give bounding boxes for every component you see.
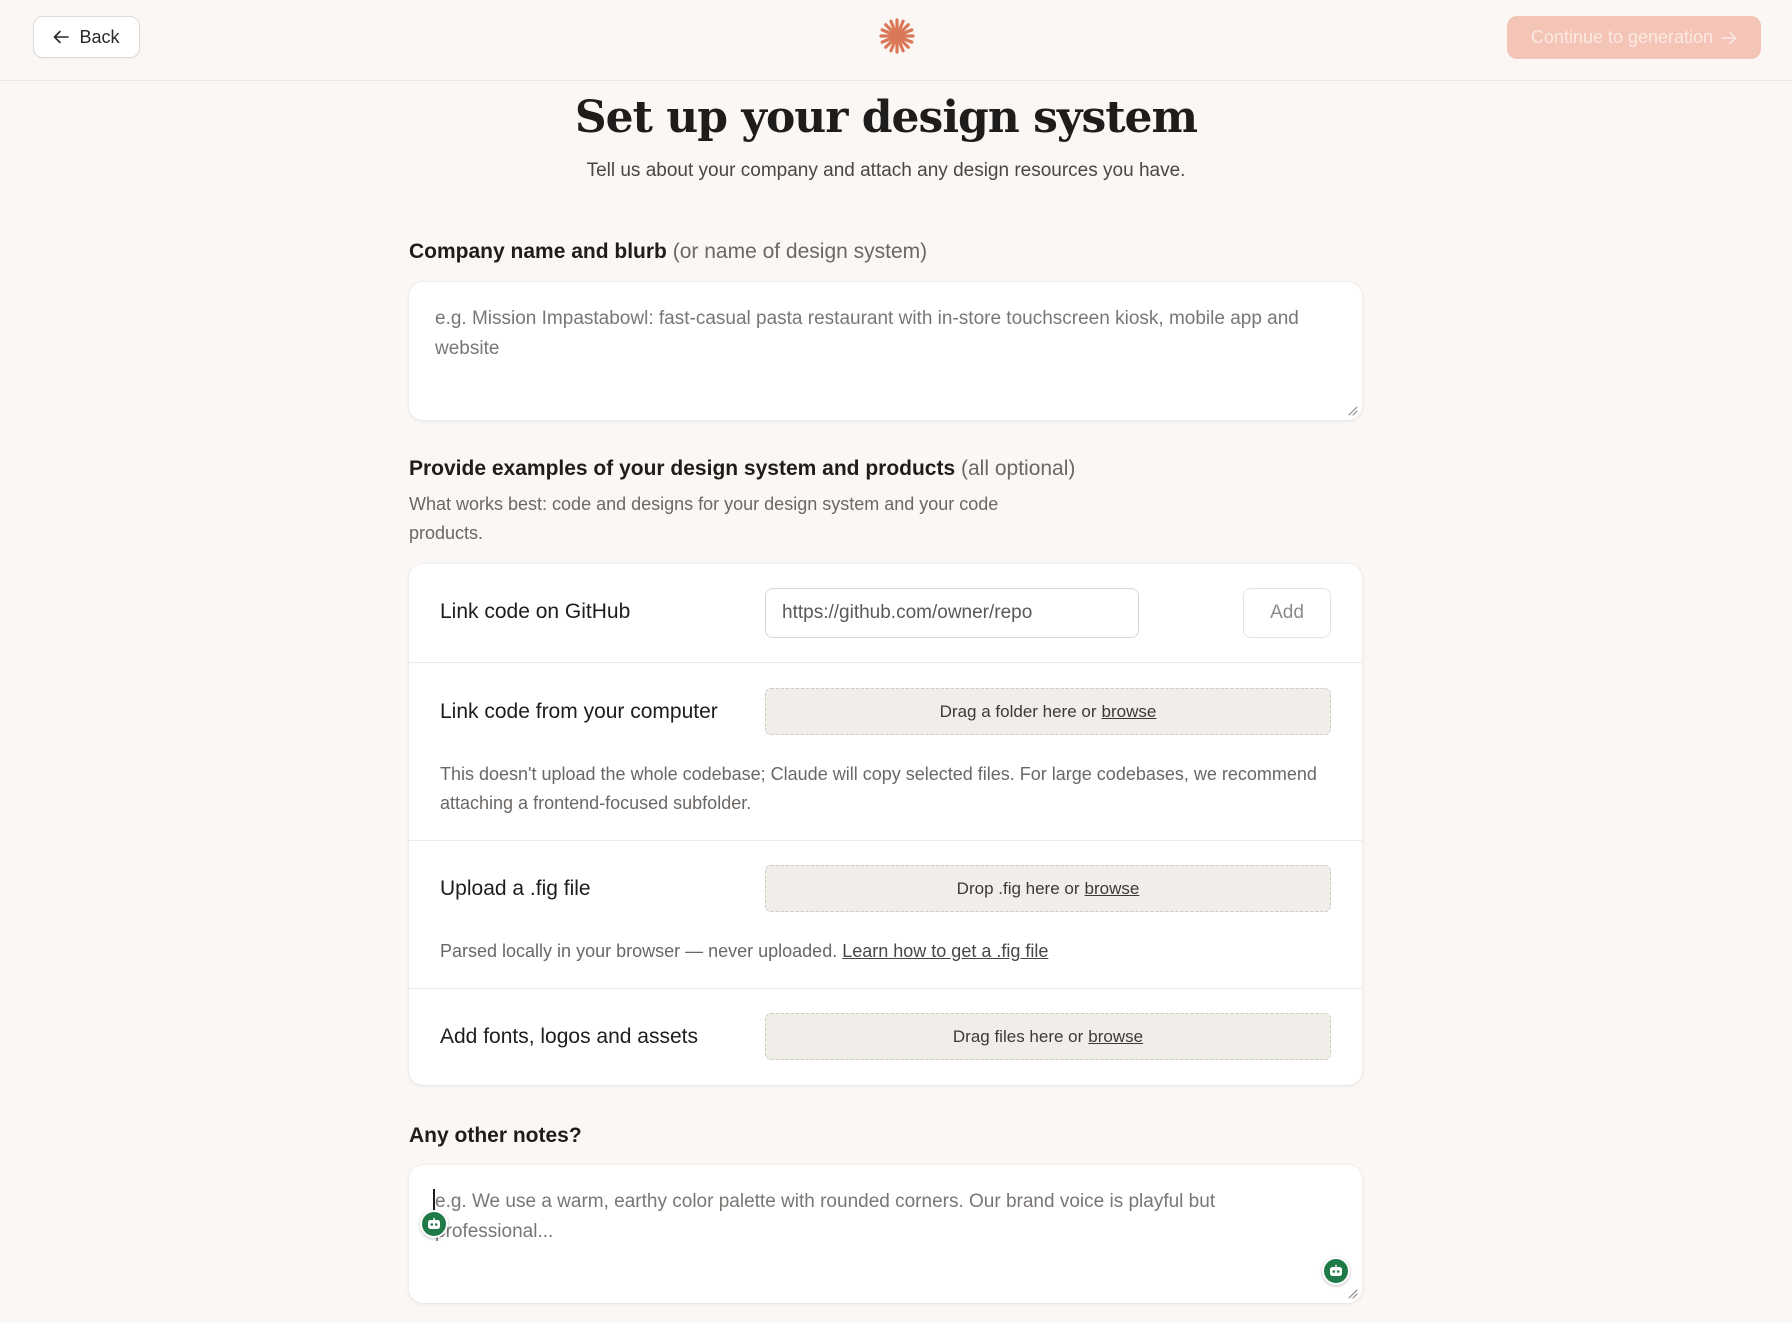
notes-section-label: Any other notes? — [409, 1124, 582, 1148]
arrow-right-icon — [1721, 31, 1737, 44]
computer-note: This doesn't upload the whole codebase; … — [440, 764, 1317, 813]
other-notes-textarea[interactable]: e.g. We use a warm, earthy color palette… — [409, 1165, 1362, 1303]
resources-card: Link code on GitHub Add Link code from y… — [409, 564, 1362, 1085]
company-section-label: Company name and blurb (or name of desig… — [409, 240, 927, 264]
assets-dropzone[interactable]: Drag files here or browse — [765, 1013, 1331, 1060]
robot-icon — [1330, 1264, 1342, 1276]
page-title: Set up your design system — [574, 92, 1198, 143]
assets-row-label: Add fonts, logos and assets — [440, 1025, 698, 1048]
back-button-label: Back — [79, 26, 120, 47]
fig-dropzone-text: Drop .fig here or — [956, 878, 1080, 898]
company-label-bold: Company name and blurb — [409, 240, 667, 263]
assistant-helper-icon[interactable] — [1322, 1257, 1350, 1285]
folder-browse-link[interactable]: browse — [1102, 702, 1157, 722]
divider — [409, 988, 1362, 989]
examples-label-bold: Provide examples of your design system a… — [409, 457, 956, 480]
company-blurb-placeholder: e.g. Mission Impastabowl: fast-casual pa… — [435, 308, 1299, 359]
page-subtitle: Tell us about your company and attach an… — [586, 160, 1186, 181]
examples-section-label: Provide examples of your design system a… — [409, 457, 1075, 481]
fig-help-link[interactable]: Learn how to get a .fig file — [842, 941, 1048, 961]
divider — [409, 662, 1362, 663]
continue-button-label: Continue to generation — [1530, 27, 1714, 47]
notes-placeholder: e.g. We use a warm, earthy color palette… — [435, 1191, 1216, 1242]
company-blurb-textarea[interactable]: e.g. Mission Impastabowl: fast-casual pa… — [409, 282, 1362, 420]
resize-grip-icon[interactable] — [1346, 404, 1358, 416]
company-label-muted: (or name of design system) — [672, 240, 928, 263]
resize-grip-icon[interactable] — [1346, 1287, 1358, 1299]
github-url-input[interactable] — [765, 588, 1139, 638]
back-button[interactable]: Back — [33, 16, 140, 58]
fig-note: Parsed locally in your browser — never u… — [440, 937, 1320, 966]
examples-help-text: What works best: code and designs for yo… — [409, 494, 999, 543]
examples-label-muted: (all optional) — [961, 457, 1076, 480]
notes-label-bold: Any other notes? — [409, 1124, 582, 1147]
robot-icon — [428, 1217, 440, 1229]
fig-dropzone[interactable]: Drop .fig here or browse — [765, 865, 1331, 912]
folder-dropzone-text: Drag a folder here or — [939, 701, 1097, 721]
assistant-cursor-icon — [420, 1210, 448, 1238]
divider — [409, 840, 1362, 841]
assets-browse-link[interactable]: browse — [1088, 1027, 1143, 1047]
assets-dropzone-text: Drag files here or — [952, 1026, 1084, 1046]
fig-note-text: Parsed locally in your browser — never u… — [440, 941, 838, 961]
add-github-button[interactable]: Add — [1243, 588, 1331, 638]
fig-row-label: Upload a .fig file — [440, 877, 591, 900]
claude-logo-icon — [879, 18, 915, 54]
github-row-label: Link code on GitHub — [440, 600, 631, 623]
top-bar: Back Continue to generation — [0, 0, 1792, 81]
fig-browse-link[interactable]: browse — [1085, 879, 1140, 899]
arrow-left-icon — [54, 30, 70, 44]
folder-dropzone[interactable]: Drag a folder here or browse — [765, 688, 1331, 735]
continue-to-generation-button[interactable]: Continue to generation — [1507, 16, 1761, 59]
computer-row-label: Link code from your computer — [440, 700, 718, 723]
